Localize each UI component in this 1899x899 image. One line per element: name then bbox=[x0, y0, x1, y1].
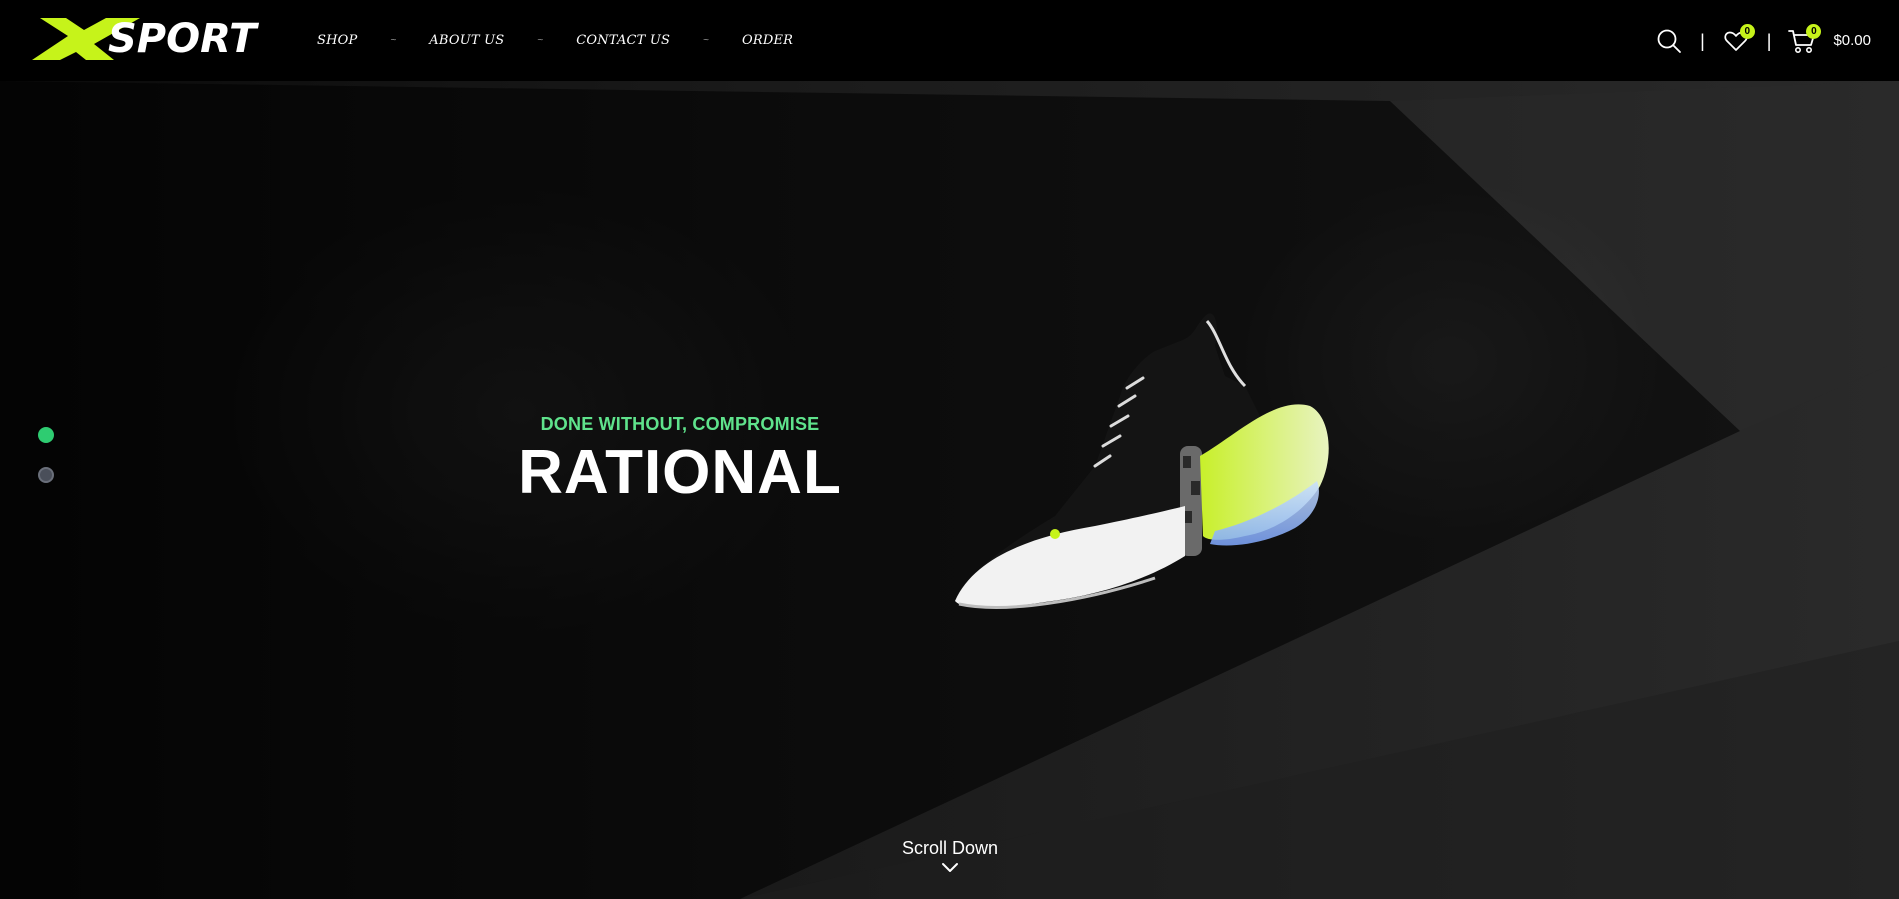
scroll-down-label: Scroll Down bbox=[901, 838, 999, 858]
hero-slider: DONE WITHOUT, COMPROMISE RATIONAL Scroll… bbox=[0, 81, 1899, 899]
wishlist-button[interactable]: 0 bbox=[1721, 24, 1755, 56]
wishlist-count-badge: 0 bbox=[1739, 24, 1755, 39]
slide-dot-2[interactable] bbox=[38, 467, 54, 483]
cart-total: $0.00 bbox=[1833, 32, 1871, 49]
header-actions: | 0 | 0 $0.00 bbox=[1654, 24, 1871, 58]
sneaker-product-image bbox=[945, 296, 1345, 626]
main-nav: SHOP ~ ABOUT US ~ CONTACT US ~ ORDER bbox=[317, 30, 793, 52]
search-button[interactable] bbox=[1654, 26, 1684, 56]
slide-dot-1[interactable] bbox=[38, 427, 54, 443]
slider-pagination bbox=[38, 427, 54, 507]
nav-separator: ~ bbox=[537, 35, 544, 46]
nav-order[interactable]: ORDER bbox=[742, 30, 793, 52]
nav-separator: ~ bbox=[390, 35, 397, 46]
scroll-down-button[interactable]: Scroll Down bbox=[850, 837, 1050, 879]
hero-title: RATIONAL bbox=[518, 438, 842, 507]
xsport-logo[interactable]: SPORT bbox=[28, 14, 260, 64]
header-divider: | bbox=[1766, 31, 1772, 51]
nav-shop[interactable]: SHOP bbox=[317, 30, 357, 52]
cart-count-badge: 0 bbox=[1806, 24, 1822, 39]
hero-subtitle: DONE WITHOUT, COMPROMISE bbox=[540, 414, 820, 434]
logo-text: SPORT bbox=[108, 16, 257, 62]
cart-button[interactable]: 0 bbox=[1787, 24, 1822, 56]
chevron-down-icon bbox=[850, 861, 1050, 879]
header-divider: | bbox=[1700, 31, 1705, 51]
site-header: SPORT SHOP ~ ABOUT US ~ CONTACT US ~ ORD… bbox=[0, 0, 1899, 81]
search-icon bbox=[1657, 29, 1681, 53]
nav-separator: ~ bbox=[703, 35, 709, 46]
nav-about-us[interactable]: ABOUT US bbox=[429, 30, 504, 52]
nav-contact-us[interactable]: CONTACT US bbox=[576, 30, 670, 52]
